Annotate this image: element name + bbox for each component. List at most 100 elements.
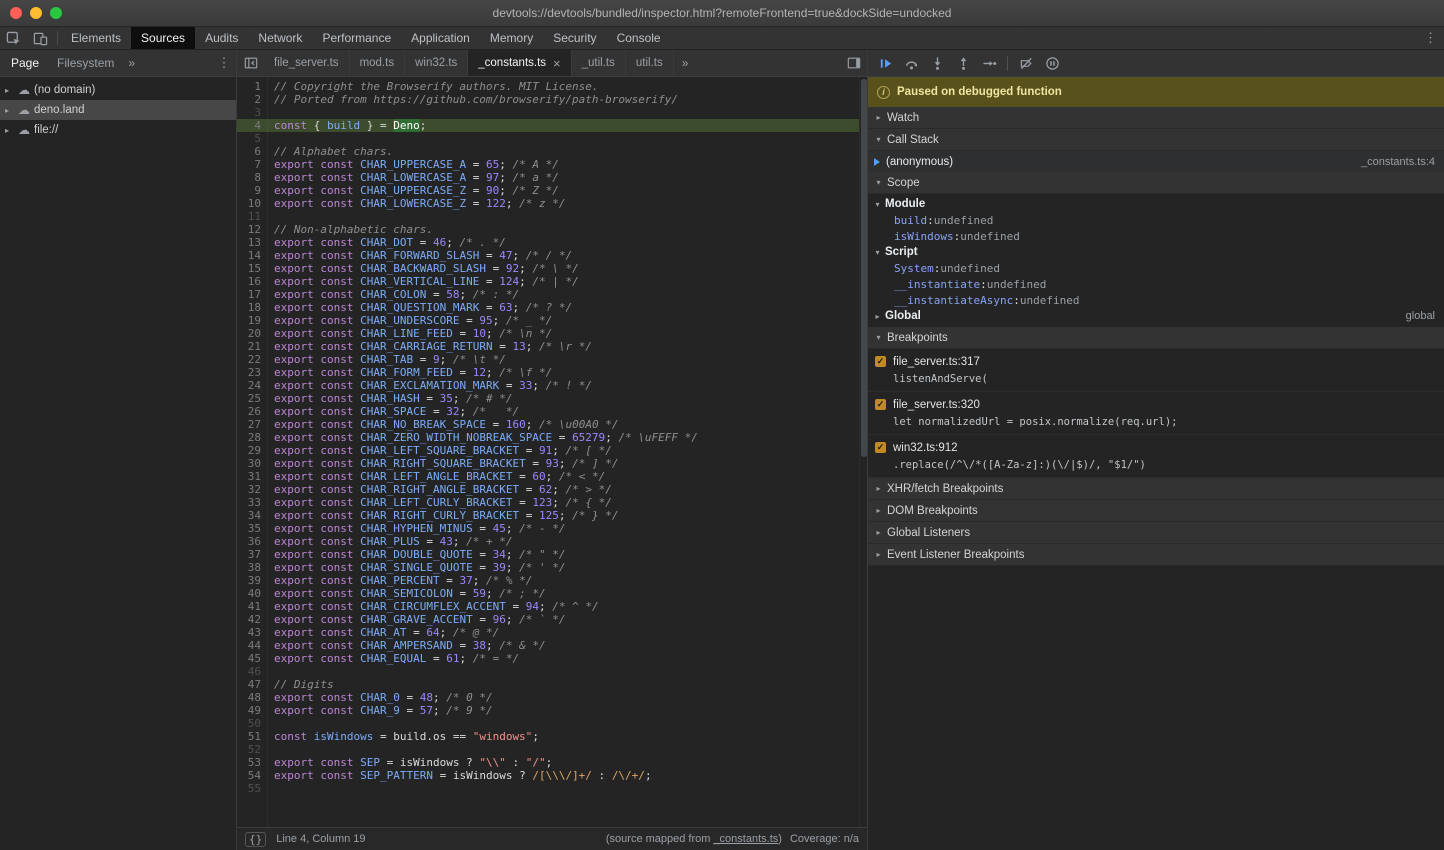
- line-number[interactable]: 40: [237, 587, 267, 600]
- scope-property[interactable]: isWindows: undefined: [868, 228, 1444, 244]
- step-out-icon[interactable]: [950, 50, 976, 76]
- line-number[interactable]: 51: [237, 730, 267, 743]
- section-breakpoints[interactable]: ▾Breakpoints: [868, 327, 1444, 349]
- source-mapped-link[interactable]: _constants.ts: [713, 833, 778, 845]
- scope-property[interactable]: __instantiateAsync: undefined: [868, 292, 1444, 308]
- line-number[interactable]: 29: [237, 444, 267, 457]
- line-number[interactable]: 39: [237, 574, 267, 587]
- line-number[interactable]: 15: [237, 262, 267, 275]
- code-line[interactable]: 24export const CHAR_EXCLAMATION_MARK = 3…: [237, 379, 859, 392]
- code-line[interactable]: 14export const CHAR_FORWARD_SLASH = 47; …: [237, 249, 859, 262]
- line-number[interactable]: 18: [237, 301, 267, 314]
- line-number[interactable]: 33: [237, 496, 267, 509]
- code-line[interactable]: 8export const CHAR_LOWERCASE_A = 97; /* …: [237, 171, 859, 184]
- code-line[interactable]: 49export const CHAR_9 = 57; /* 9 */: [237, 704, 859, 717]
- code-line[interactable]: 20export const CHAR_LINE_FEED = 10; /* \…: [237, 327, 859, 340]
- code-line[interactable]: 27export const CHAR_NO_BREAK_SPACE = 160…: [237, 418, 859, 431]
- scope-group-module[interactable]: ▾Module: [868, 196, 1444, 212]
- scope-group-script[interactable]: ▾Script: [868, 244, 1444, 260]
- line-number[interactable]: 27: [237, 418, 267, 431]
- line-number[interactable]: 46: [237, 665, 267, 678]
- window-minimize-button[interactable]: [30, 7, 42, 19]
- breakpoint-checkbox[interactable]: [875, 442, 886, 453]
- line-number[interactable]: 37: [237, 548, 267, 561]
- tab-elements[interactable]: Elements: [61, 27, 131, 49]
- line-number[interactable]: 38: [237, 561, 267, 574]
- section-xhr-fetch-breakpoints[interactable]: ▸XHR/fetch Breakpoints: [868, 478, 1444, 500]
- code-line[interactable]: 44export const CHAR_AMPERSAND = 38; /* &…: [237, 639, 859, 652]
- file-tab-constants-ts[interactable]: _constants.ts×: [468, 50, 571, 76]
- line-number[interactable]: 49: [237, 704, 267, 717]
- code-line[interactable]: 28export const CHAR_ZERO_WIDTH_NOBREAK_S…: [237, 431, 859, 444]
- scope-group-global[interactable]: ▸Globalglobal: [868, 308, 1444, 324]
- code-line[interactable]: 50: [237, 717, 859, 730]
- section-scope[interactable]: ▾Scope: [868, 172, 1444, 194]
- pretty-print-button[interactable]: {}: [245, 832, 266, 847]
- line-number[interactable]: 54: [237, 769, 267, 782]
- line-number[interactable]: 10: [237, 197, 267, 210]
- tab-sources[interactable]: Sources: [131, 27, 195, 49]
- code-line[interactable]: 6// Alphabet chars.: [237, 145, 859, 158]
- line-number[interactable]: 42: [237, 613, 267, 626]
- window-zoom-button[interactable]: [50, 7, 62, 19]
- tab-network[interactable]: Network: [248, 27, 312, 49]
- line-number[interactable]: 47: [237, 678, 267, 691]
- tree-item-deno-land[interactable]: ▸☁deno.land: [0, 100, 236, 120]
- tab-performance[interactable]: Performance: [312, 27, 401, 49]
- scrollbar-thumb[interactable]: [861, 79, 867, 457]
- line-number[interactable]: 23: [237, 366, 267, 379]
- line-number[interactable]: 4: [237, 119, 267, 132]
- section-watch[interactable]: ▸Watch: [868, 107, 1444, 129]
- tab-console[interactable]: Console: [607, 27, 671, 49]
- line-number[interactable]: 43: [237, 626, 267, 639]
- line-number[interactable]: 20: [237, 327, 267, 340]
- code-line[interactable]: 11: [237, 210, 859, 223]
- code-line[interactable]: 52: [237, 743, 859, 756]
- more-options-icon[interactable]: ⋮: [1417, 27, 1444, 49]
- code-line[interactable]: 19export const CHAR_UNDERSCORE = 95; /* …: [237, 314, 859, 327]
- step-into-icon[interactable]: [924, 50, 950, 76]
- line-number[interactable]: 7: [237, 158, 267, 171]
- code-line[interactable]: 22export const CHAR_TAB = 9; /* \t */: [237, 353, 859, 366]
- code-line[interactable]: 26export const CHAR_SPACE = 32; /* */: [237, 405, 859, 418]
- code-line[interactable]: 33export const CHAR_LEFT_CURLY_BRACKET =…: [237, 496, 859, 509]
- code-line[interactable]: 36export const CHAR_PLUS = 43; /* + */: [237, 535, 859, 548]
- code-line[interactable]: 47// Digits: [237, 678, 859, 691]
- code-line[interactable]: 13export const CHAR_DOT = 46; /* . */: [237, 236, 859, 249]
- code-line[interactable]: 45export const CHAR_EQUAL = 61; /* = */: [237, 652, 859, 665]
- line-number[interactable]: 14: [237, 249, 267, 262]
- code-line[interactable]: 25export const CHAR_HASH = 35; /* # */: [237, 392, 859, 405]
- scope-property[interactable]: __instantiate: undefined: [868, 276, 1444, 292]
- navigator-more-options-icon[interactable]: ⋮: [212, 50, 236, 76]
- code-line[interactable]: 42export const CHAR_GRAVE_ACCENT = 96; /…: [237, 613, 859, 626]
- line-number[interactable]: 41: [237, 600, 267, 613]
- navigator-tab-filesystem[interactable]: Filesystem: [48, 50, 123, 76]
- line-number[interactable]: 25: [237, 392, 267, 405]
- line-number[interactable]: 31: [237, 470, 267, 483]
- line-number[interactable]: 52: [237, 743, 267, 756]
- window-close-button[interactable]: [10, 7, 22, 19]
- code-line[interactable]: 35export const CHAR_HYPHEN_MINUS = 45; /…: [237, 522, 859, 535]
- line-number[interactable]: 6: [237, 145, 267, 158]
- code-line[interactable]: 39export const CHAR_PERCENT = 37; /* % *…: [237, 574, 859, 587]
- code-line[interactable]: 1// Copyright the Browserify authors. MI…: [237, 80, 859, 93]
- deactivate-breakpoints-icon[interactable]: [1013, 50, 1039, 76]
- breakpoint-snippet[interactable]: let normalizedUrl = posix.normalize(req.…: [893, 416, 1436, 428]
- code-line[interactable]: 40export const CHAR_SEMICOLON = 59; /* ;…: [237, 587, 859, 600]
- line-number[interactable]: 55: [237, 782, 267, 795]
- step-over-icon[interactable]: [898, 50, 924, 76]
- code-line[interactable]: 31export const CHAR_LEFT_ANGLE_BRACKET =…: [237, 470, 859, 483]
- line-number[interactable]: 53: [237, 756, 267, 769]
- line-number[interactable]: 30: [237, 457, 267, 470]
- toggle-debugger-panel-icon[interactable]: [841, 50, 867, 76]
- file-tab-mod-ts[interactable]: mod.ts: [350, 50, 406, 76]
- code-line[interactable]: 48export const CHAR_0 = 48; /* 0 */: [237, 691, 859, 704]
- code-line[interactable]: 54export const SEP_PATTERN = isWindows ?…: [237, 769, 859, 782]
- file-tab-util-ts[interactable]: util.ts: [626, 50, 674, 76]
- code-line[interactable]: 23export const CHAR_FORM_FEED = 12; /* \…: [237, 366, 859, 379]
- line-number[interactable]: 16: [237, 275, 267, 288]
- file-tab-util-ts[interactable]: _util.ts: [572, 50, 626, 76]
- hide-navigator-icon[interactable]: [237, 50, 264, 76]
- code-line[interactable]: 15export const CHAR_BACKWARD_SLASH = 92;…: [237, 262, 859, 275]
- breakpoint-checkbox[interactable]: [875, 356, 886, 367]
